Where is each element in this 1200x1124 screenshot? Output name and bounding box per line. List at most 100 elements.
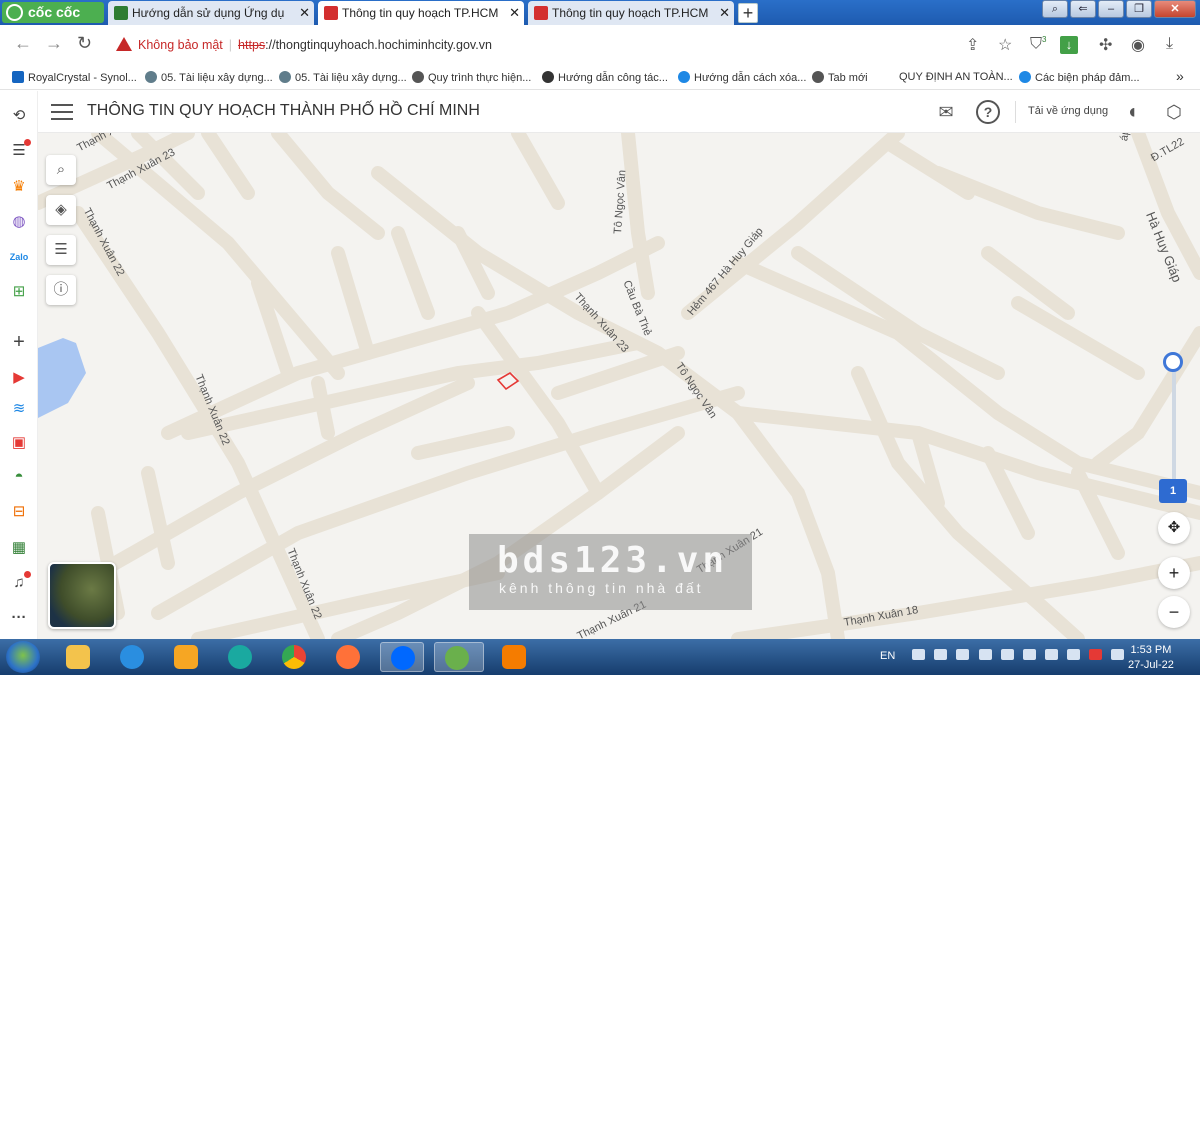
download-green-icon[interactable]: ↓	[1060, 36, 1078, 54]
taskbar-edge[interactable]	[218, 642, 262, 672]
display-icon[interactable]	[1110, 649, 1124, 660]
taskbar-media[interactable]	[164, 642, 208, 672]
address-bar[interactable]: Không bảo mật | https://thongtinquyhoach.h…	[108, 32, 1108, 58]
signal-icon[interactable]	[1044, 649, 1058, 660]
help-icon[interactable]: ?	[976, 100, 1000, 124]
extension-shield-icon[interactable]: ⛉3	[1030, 35, 1046, 53]
bookmark-item[interactable]: Hướng dẫn cách xóa...	[678, 71, 806, 84]
close-window-button[interactable]: ✕	[1154, 0, 1196, 18]
zalo-tray-icon[interactable]	[912, 649, 926, 660]
history-icon[interactable]: ⟲	[9, 106, 29, 126]
bookmark-item[interactable]: 05. Tài liệu xây dựng...	[279, 71, 407, 84]
back-arrow-icon[interactable]: ⇐	[1070, 0, 1096, 18]
share-icon[interactable]: ⇪	[966, 35, 979, 55]
apple-icon[interactable]: ◖	[1120, 100, 1144, 124]
zoom-slider-knob[interactable]	[1163, 352, 1183, 372]
zalo-icon[interactable]: Zalo	[9, 247, 29, 267]
tab-guide[interactable]: Hướng dẫn sử dụng Ứng dụ ✕	[108, 1, 314, 25]
bookmark-item[interactable]: Hướng dẫn công tác...	[542, 71, 668, 84]
zoom-out-button[interactable]: −	[1158, 596, 1190, 628]
zoom-in-button[interactable]: +	[1158, 557, 1190, 589]
add-icon[interactable]: +	[9, 332, 29, 352]
wordpress-icon	[145, 71, 157, 83]
browser-sidebar: ⟲ ☰ ♛ ◍ Zalo ⊞ + ▶ ≋ ▣ ◓ ⊟ ▦ ♫ ···	[0, 91, 38, 639]
reading-list-icon[interactable]: ☰	[9, 139, 31, 161]
bookmark-item[interactable]: 05. Tài liệu xây dựng...	[145, 71, 273, 84]
new-tab-button[interactable]: +	[738, 3, 758, 23]
zoom-slider-track[interactable]	[1172, 369, 1176, 489]
sync-tray-icon[interactable]	[956, 649, 970, 660]
shopping-bag-icon[interactable]: ▣	[9, 433, 29, 453]
usb-icon[interactable]	[1000, 649, 1014, 660]
more-icon[interactable]: ···	[9, 608, 29, 628]
coccoc-menu-button[interactable]: cốc cốc	[2, 2, 104, 23]
map-search-icon[interactable]: ⌕	[46, 155, 76, 185]
reload-button[interactable]: ↻	[77, 33, 92, 54]
warning-icon	[116, 37, 132, 51]
restore-button[interactable]: ❐	[1126, 0, 1152, 18]
bookmark-item[interactable]: RoyalCrystal - Synol...	[12, 71, 137, 84]
globe-icon	[812, 71, 824, 83]
antivirus-icon[interactable]	[1088, 649, 1102, 660]
network-tray-icon[interactable]	[934, 649, 948, 660]
downloads-icon[interactable]: ⤓	[1166, 35, 1173, 53]
bookmark-item[interactable]: Quy trình thực hiện...	[412, 71, 531, 84]
taskbar-pdf[interactable]	[492, 642, 536, 672]
tab-close-icon[interactable]: ✕	[509, 1, 520, 25]
tab-search-button[interactable]: ⌕	[1042, 0, 1068, 18]
page-title: THÔNG TIN QUY HOẠCH THÀNH PHỐ HỒ CHÍ MIN…	[87, 102, 480, 119]
taskbar-coccoc[interactable]	[434, 642, 484, 672]
spreadsheet-icon[interactable]: ▦	[9, 538, 29, 558]
map-canvas[interactable]: Thạnh Xuân Thạnh Xuân 23 Thạnh Xuân 22 T…	[38, 133, 1200, 639]
globe-icon	[412, 71, 424, 83]
bookmark-item[interactable]: Các biện pháp đảm...	[1019, 71, 1140, 84]
minimize-button[interactable]: –	[1098, 0, 1124, 18]
tab-planning-2[interactable]: Thông tin quy hoạch TP.HCM ✕	[528, 1, 734, 25]
legend-list-icon[interactable]: ☰	[46, 235, 76, 265]
mail-icon[interactable]: ✉	[934, 100, 958, 124]
tab-close-icon[interactable]: ✕	[299, 1, 310, 25]
cart-icon[interactable]: ⊟	[9, 502, 29, 522]
profile-icon[interactable]: ◉	[1131, 35, 1145, 55]
game-hat-icon[interactable]: ◓	[9, 467, 29, 487]
tab-title: Thông tin quy hoạch TP.HCM	[342, 6, 499, 20]
layers-icon[interactable]: ◈	[46, 195, 76, 225]
bookmark-item[interactable]: Tab mới	[812, 71, 868, 84]
start-button[interactable]	[6, 641, 40, 673]
forward-button[interactable]: →	[45, 33, 63, 54]
hamburger-menu-icon[interactable]	[51, 104, 73, 120]
android-icon[interactable]: ⬡	[1162, 100, 1186, 124]
taskbar-firefox[interactable]	[326, 642, 370, 672]
taskbar-ie[interactable]	[110, 642, 154, 672]
info-icon[interactable]: ⓘ	[46, 275, 76, 305]
bookmark-star-icon[interactable]: ☆	[998, 35, 1012, 55]
bell-icon[interactable]: ♫	[9, 571, 31, 593]
bluetooth-icon[interactable]	[978, 649, 992, 660]
back-button[interactable]: ←	[14, 33, 32, 54]
clock[interactable]: 1:53 PM 27-Jul-22	[1128, 643, 1174, 673]
windows-taskbar: EN 1:53 PM 27-Jul-22	[0, 639, 1200, 675]
wordpress-icon	[279, 71, 291, 83]
tab-favicon-icon	[324, 6, 338, 20]
tab-close-icon[interactable]: ✕	[719, 1, 730, 25]
messenger-icon[interactable]: ◍	[9, 212, 29, 232]
security-status[interactable]: Không bảo mật	[138, 38, 223, 52]
language-indicator[interactable]: EN	[880, 650, 895, 662]
download-app-label[interactable]: Tải về ứng dụng	[1028, 105, 1108, 117]
volume-icon[interactable]	[1022, 649, 1036, 660]
gamepad-icon[interactable]: ⊞	[9, 282, 29, 302]
taskbar-zalo[interactable]	[380, 642, 424, 672]
wifi-icon[interactable]: ≋	[9, 399, 29, 419]
crown-icon[interactable]: ♛	[9, 177, 29, 197]
locate-me-icon[interactable]: ✥	[1158, 512, 1190, 544]
flag-icon[interactable]	[1066, 649, 1080, 660]
taskbar-chrome[interactable]	[272, 642, 316, 672]
satellite-basemap-toggle[interactable]	[48, 562, 116, 629]
extensions-puzzle-icon[interactable]: ✣	[1099, 35, 1112, 55]
pdf-icon	[502, 645, 526, 669]
taskbar-explorer[interactable]	[56, 642, 100, 672]
tab-planning-active[interactable]: Thông tin quy hoạch TP.HCM ✕	[318, 1, 524, 25]
bookmark-item[interactable]: QUY ĐỊNH AN TOÀN...	[899, 71, 1013, 83]
bookmarks-overflow-button[interactable]: »	[1176, 68, 1184, 84]
youtube-icon[interactable]: ▶	[9, 368, 29, 388]
